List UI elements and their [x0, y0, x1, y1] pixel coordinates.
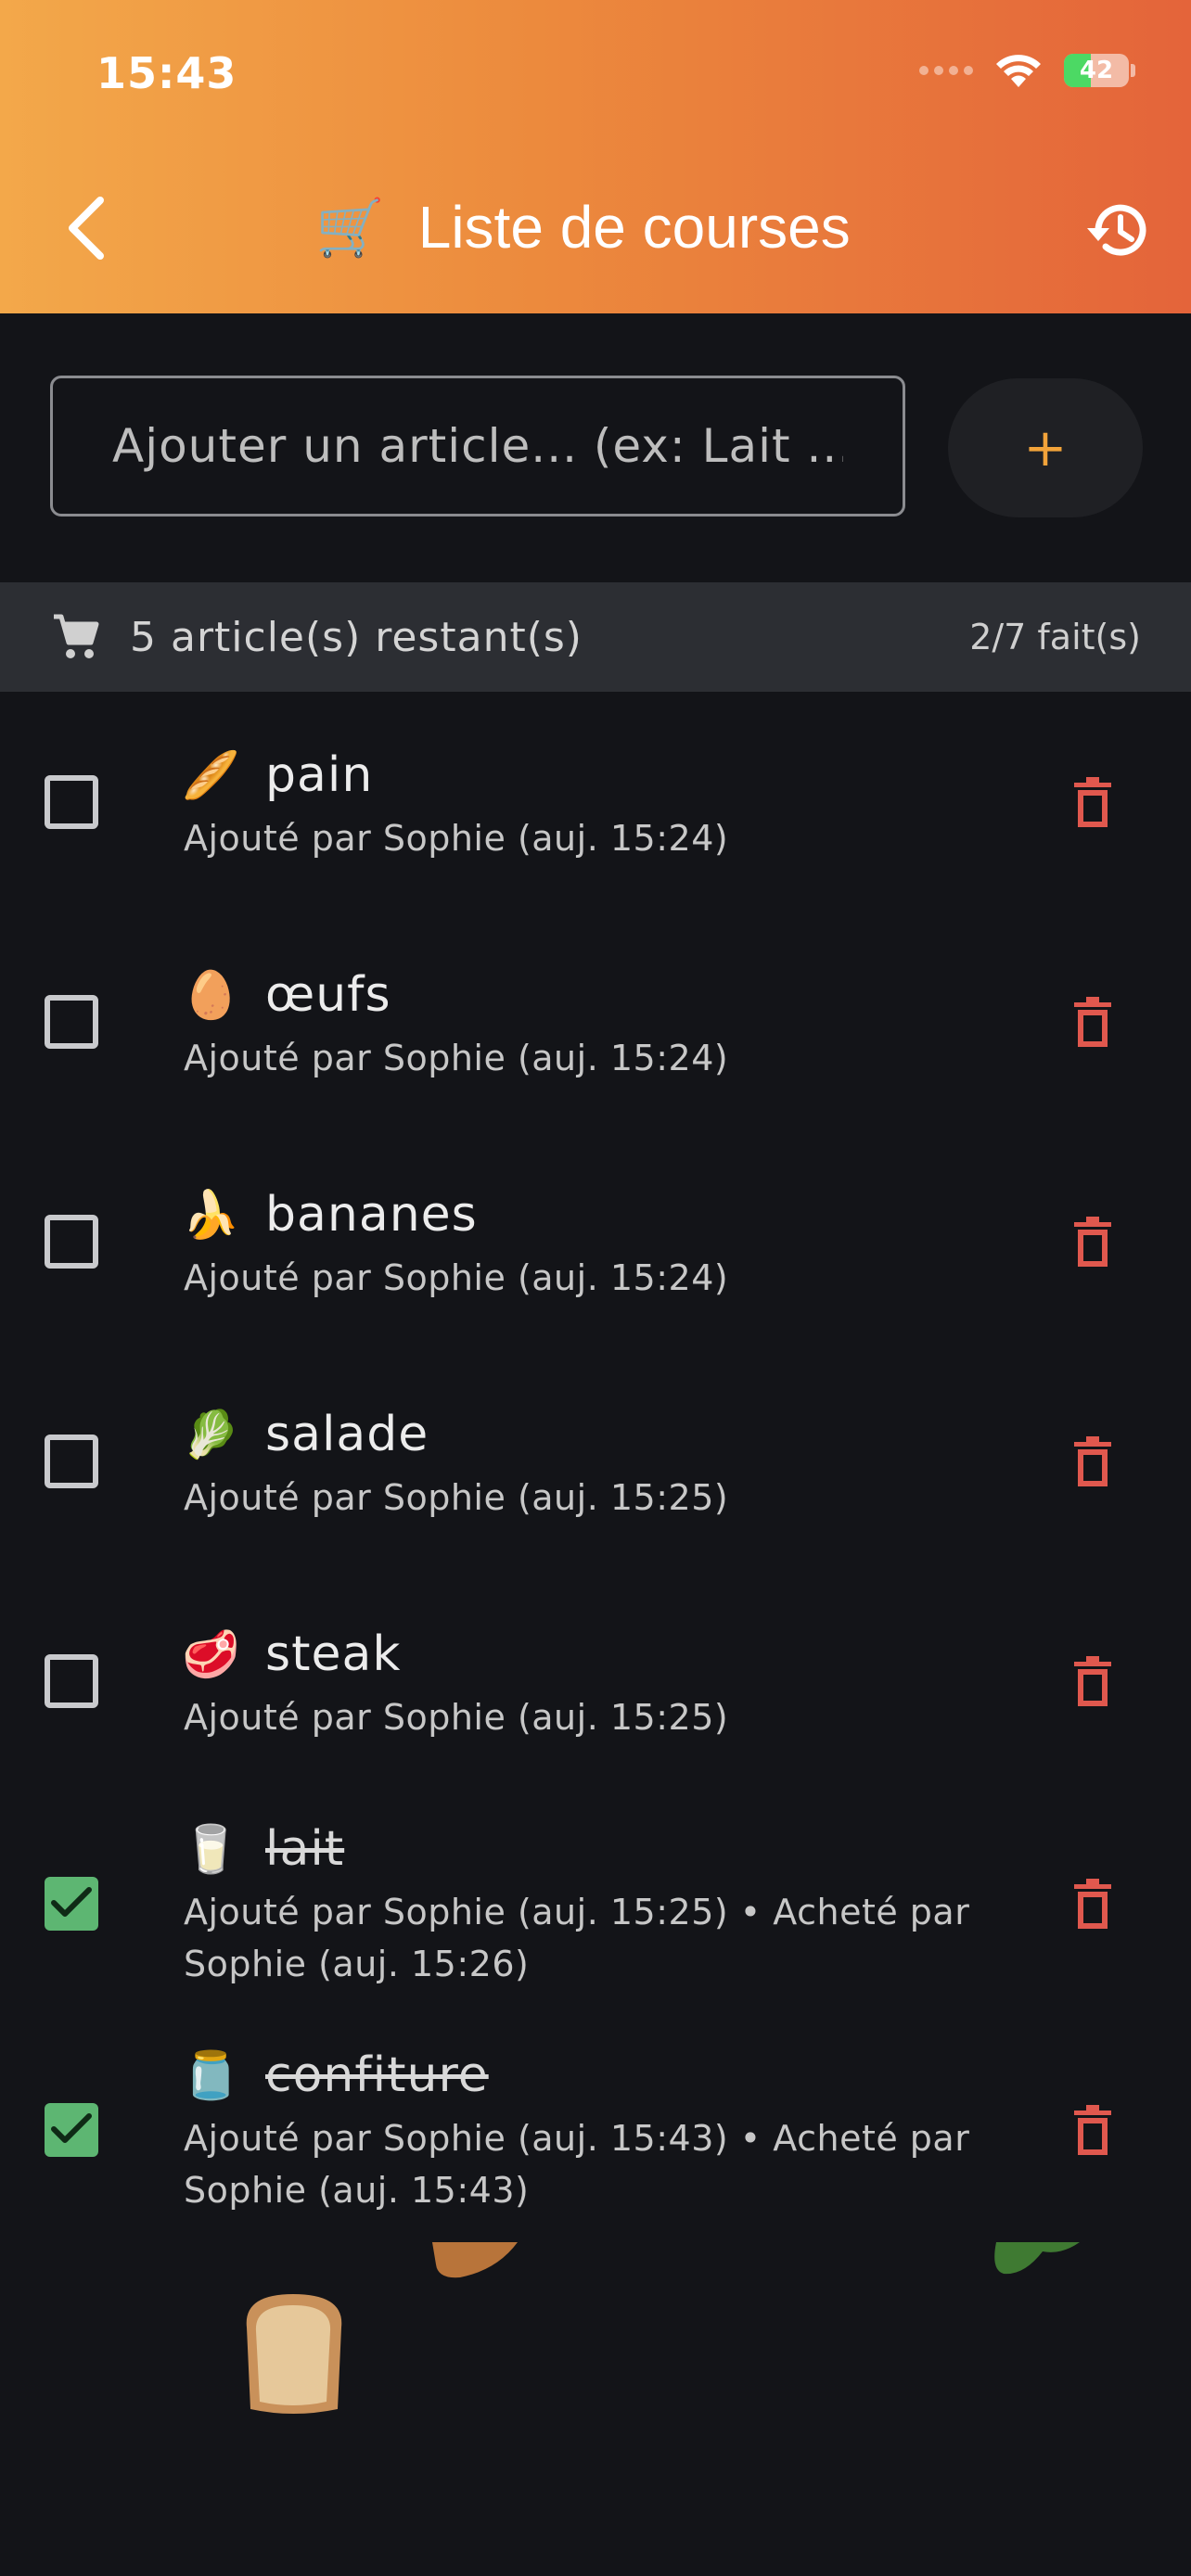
list-item: 🥬 salade Ajouté par Sophie (auj. 15:25): [0, 1401, 1191, 1587]
battery-icon: 42: [1064, 54, 1129, 87]
list-item: 🥚 œufs Ajouté par Sophie (auj. 15:24): [0, 962, 1191, 1147]
cart-icon: [54, 614, 99, 658]
item-name: confiture: [265, 2047, 489, 2103]
page-title-text: Liste de courses: [417, 194, 851, 261]
trash-icon[interactable]: [1072, 1879, 1113, 1931]
checkmark-icon: [51, 2113, 92, 2143]
baguette-decoration: [432, 2242, 518, 2278]
summary-bar: 5 article(s) restant(s) 2/7 fait(s): [0, 582, 1191, 692]
list-item: 🫙 confiture Ajouté par Sophie (auj. 15:4…: [0, 2047, 1191, 2233]
back-chevron-icon[interactable]: [59, 195, 111, 261]
item-meta: Ajouté par Sophie (auj. 15:24): [184, 818, 729, 859]
add-item-button[interactable]: +: [948, 378, 1143, 517]
item-checkbox-checked[interactable]: [45, 2103, 98, 2157]
status-icons: 42: [919, 52, 1135, 89]
trash-icon[interactable]: [1072, 2105, 1113, 2157]
item-name: œufs: [265, 967, 391, 1023]
item-meta: Ajouté par Sophie (auj. 15:43) • Acheté …: [184, 2118, 970, 2211]
item-name: lait: [265, 1821, 345, 1877]
item-name: salade: [265, 1407, 429, 1462]
list-item: 🍌 bananes Ajouté par Sophie (auj. 15:24): [0, 1181, 1191, 1367]
trash-icon[interactable]: [1072, 1656, 1113, 1708]
item-meta: Ajouté par Sophie (auj. 15:25) • Acheté …: [184, 1892, 970, 1984]
add-item-input[interactable]: [50, 376, 905, 516]
item-name: pain: [265, 747, 374, 803]
milk-icon: 🥛: [182, 1822, 240, 1876]
item-checkbox[interactable]: [45, 995, 98, 1049]
item-checkbox-checked[interactable]: [45, 1877, 98, 1931]
battery-indicator: 42: [1064, 54, 1135, 87]
jar-icon: 🫙: [182, 2048, 240, 2102]
steak-icon: 🥩: [182, 1627, 240, 1681]
item-checkbox[interactable]: [45, 1215, 98, 1269]
done-count: 2/7 fait(s): [969, 617, 1141, 657]
status-time: 15:43: [96, 48, 237, 98]
trash-icon[interactable]: [1072, 777, 1113, 829]
page-title: 🛒 Liste de courses: [315, 193, 851, 261]
vegetable-leaf-decoration: [994, 2242, 1080, 2275]
item-meta: Ajouté par Sophie (auj. 15:25): [184, 1477, 729, 1518]
item-meta: Ajouté par Sophie (auj. 15:25): [184, 1697, 729, 1738]
item-meta: Ajouté par Sophie (auj. 15:24): [184, 1038, 729, 1078]
list-item: 🥖 pain Ajouté par Sophie (auj. 15:24): [0, 742, 1191, 927]
egg-icon: 🥚: [182, 968, 240, 1022]
history-icon[interactable]: [1083, 197, 1154, 263]
signal-icon: [919, 66, 973, 75]
remaining-count: 5 article(s) restant(s): [130, 613, 583, 661]
trash-icon[interactable]: [1072, 1217, 1113, 1269]
list-item: 🥛 lait Ajouté par Sophie (auj. 15:25) • …: [0, 1821, 1191, 2007]
wifi-icon: [996, 55, 1041, 87]
lettuce-icon: 🥬: [182, 1408, 240, 1461]
item-meta: Ajouté par Sophie (auj. 15:24): [184, 1257, 729, 1298]
list-item: 🥩 steak Ajouté par Sophie (auj. 15:25): [0, 1621, 1191, 1806]
checkmark-icon: [51, 1887, 92, 1917]
trash-icon[interactable]: [1072, 997, 1113, 1049]
item-checkbox[interactable]: [45, 1435, 98, 1488]
item-name: bananes: [265, 1187, 478, 1243]
banana-icon: 🍌: [182, 1188, 240, 1242]
item-name: steak: [265, 1626, 402, 1682]
cart-emoji-icon: 🛒: [315, 195, 385, 261]
bread-icon: 🥖: [182, 748, 240, 802]
item-checkbox[interactable]: [45, 1654, 98, 1708]
battery-percent: 42: [1079, 57, 1114, 84]
bread-loaf-decoration: [246, 2294, 342, 2414]
item-checkbox[interactable]: [45, 775, 98, 829]
trash-icon[interactable]: [1072, 1436, 1113, 1488]
app-header: 15:43 42 🛒 Liste de courses: [0, 0, 1191, 313]
